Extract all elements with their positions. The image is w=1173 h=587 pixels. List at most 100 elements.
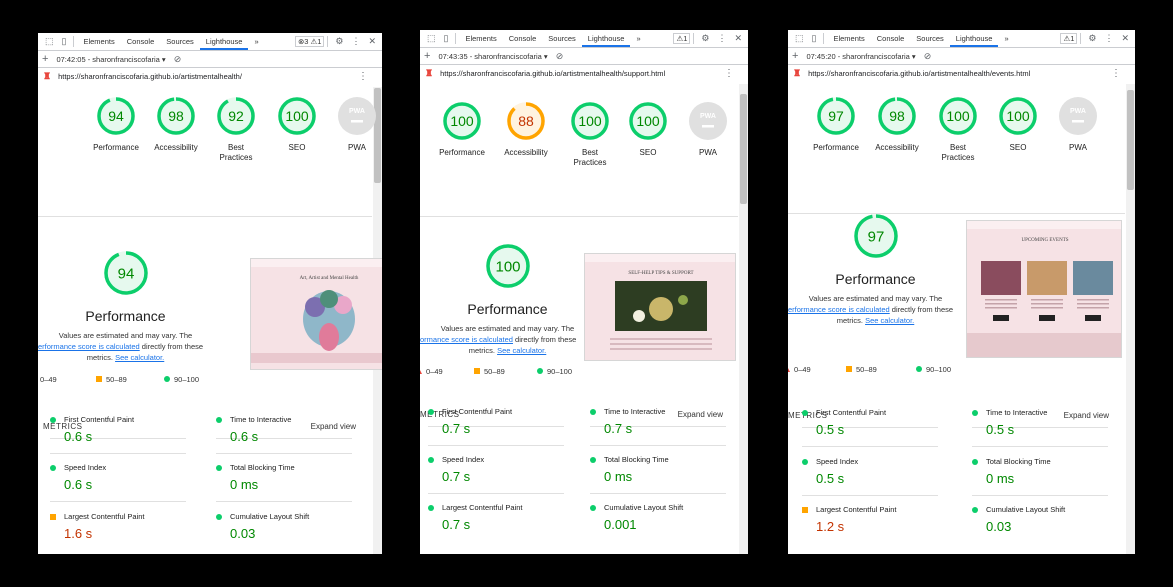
clear-block-icon[interactable]: ⊘ [924,51,932,62]
gauge-best-practices[interactable]: 100 Best Practices [926,95,990,163]
devtools-toolbar: ⬚ ▯ Elements Console Sources Lighthouse» ⚠1 ⚙ ⋮ ✕ [788,30,1135,48]
gauge-pwa[interactable]: PWA PWA [676,100,740,158]
report-session-select[interactable]: 07:42:05 - sharonfranciscofaria ▾ [56,55,165,64]
tab-console[interactable]: Console [503,34,543,43]
pass-circle-icon [590,456,596,463]
close-icon[interactable]: ✕ [730,33,748,44]
metric-largest-contentful-paint: Largest Contentful Paint 1.2 s [802,505,942,534]
see-calculator-link[interactable]: See calculator. [497,346,546,355]
gauge-best-practices[interactable]: 100 Best Practices [558,100,622,168]
metric-name-row: Speed Index [50,463,190,472]
new-report-plus-icon[interactable]: + [42,53,48,65]
legend-pass-label: 90–100 [174,374,200,384]
section-divider [38,216,372,217]
gauge-accessibility[interactable]: 88 Accessibility [494,100,558,158]
report-session-select[interactable]: 07:43:35 - sharonfranciscofaria ▾ [438,52,547,61]
device-toolbar-icon[interactable]: ▯ [440,33,453,44]
gauge-accessibility[interactable]: 98 Accessibility [865,95,929,153]
gauge-label: Best Practices [573,148,607,167]
settings-gear-icon[interactable]: ⚙ [331,36,347,47]
performance-summary: 94 Performance Values are estimated and ma… [38,249,213,363]
kebab-menu-icon[interactable]: ⋮ [713,33,730,44]
tab-sources[interactable]: Sources [910,34,950,43]
inspect-element-icon[interactable]: ⬚ [791,33,808,44]
issues-badge[interactable]: ⚠1 [673,33,691,44]
tab-console[interactable]: Console [871,34,911,43]
kebab-menu-icon[interactable]: ⋮ [347,36,364,47]
gauge-performance[interactable]: 94 Performance [84,95,148,153]
score-legend: 0–49 50–89 90–100 [420,366,748,376]
gauge-accessibility[interactable]: 98 Accessibility [144,95,208,153]
seo-gauge-ring: 100 [999,97,1037,135]
desc-text: directly from these [139,342,204,351]
gauge-seo[interactable]: 100 SEO [265,95,329,153]
device-toolbar-icon[interactable]: ▯ [808,33,821,44]
more-tabs-icon[interactable]: » [998,34,1014,43]
clear-block-icon[interactable]: ⊘ [556,51,564,62]
tab-elements[interactable]: Elements [77,37,120,46]
scrollbar-thumb[interactable] [1127,90,1134,190]
inspect-element-icon[interactable]: ⬚ [41,36,58,47]
report-session-select[interactable]: 07:45:20 - sharonfranciscofaria ▾ [806,52,915,61]
settings-gear-icon[interactable]: ⚙ [1084,33,1100,44]
report-kebab-icon[interactable]: ⋮ [1111,68,1121,79]
report-kebab-icon[interactable]: ⋮ [358,71,368,82]
tab-elements[interactable]: Elements [827,34,870,43]
score-legend: 0–49 50–89 90–100 [788,364,1135,374]
performance-title: Performance [85,308,166,324]
tab-lighthouse[interactable]: Lighthouse [581,34,631,47]
kebab-menu-icon[interactable]: ⋮ [1100,33,1117,44]
toolbar-separator [1080,33,1082,44]
issues-badge[interactable]: ⊗3 ⚠1 [294,36,325,47]
see-calculator-link[interactable]: See calculator. [115,353,164,362]
legend-pass: 90–100 [537,367,572,376]
gauge-best-practices[interactable]: 92 Best Practices [204,95,268,163]
pass-circle-icon [590,408,596,415]
gauge-seo[interactable]: 100 SEO [616,100,680,158]
close-icon[interactable]: ✕ [364,36,382,47]
lighthouse-logo-icon: ♜ [43,71,52,81]
score-calculated-link[interactable]: erformance score is calculated [788,305,890,314]
tab-elements[interactable]: Elements [459,34,502,43]
inspect-element-icon[interactable]: ⬚ [423,33,440,44]
device-toolbar-icon[interactable]: ▯ [58,36,71,47]
more-tabs-icon[interactable]: » [630,34,646,43]
issues-badge[interactable]: ⚠1 [1060,33,1078,44]
performance-summary: 100 Performance Values are estimated and m… [420,242,595,356]
gauge-label: Accessibility [154,143,198,152]
new-report-plus-icon[interactable]: + [792,50,798,62]
report-kebab-icon[interactable]: ⋮ [724,68,734,79]
metric-name: Speed Index [64,463,107,472]
score-calculated-link[interactable]: erformance score is calculated [38,342,140,351]
metric-speed-index: Speed Index 0.6 s [50,463,190,492]
tab-sources[interactable]: Sources [160,37,200,46]
legend-average: 50–89 [474,367,505,376]
tab-console[interactable]: Console [121,37,161,46]
report-url[interactable]: https://sharonfranciscofaria.github.io/a… [58,72,242,81]
tab-lighthouse[interactable]: Lighthouse [949,34,999,47]
report-url-bar: ♜ https://sharonfranciscofaria.github.io/… [38,68,382,85]
report-url[interactable]: https://sharonfranciscofaria.github.io/a… [440,69,665,78]
score-calculated-link[interactable]: ormance score is calculated [420,335,513,344]
gauge-performance[interactable]: 97 Performance [804,95,868,153]
lighthouse-logo-icon: ♜ [793,68,802,78]
gauge-pwa[interactable]: PWA PWA [1046,95,1110,153]
tab-lighthouse[interactable]: Lighthouse [199,37,249,50]
toolbar-separator [327,36,329,47]
clear-block-icon[interactable]: ⊘ [174,54,182,65]
scrollbar[interactable] [739,84,748,554]
metric-value: 0.001 [604,517,637,532]
gauge-pwa[interactable]: PWA PWA [325,95,382,153]
gauge-seo[interactable]: 100 SEO [986,95,1050,153]
tab-sources[interactable]: Sources [542,34,582,43]
scrollbar-thumb[interactable] [740,94,747,204]
see-calculator-link[interactable]: See calculator. [865,316,914,325]
new-report-plus-icon[interactable]: + [424,50,430,62]
gauge-performance[interactable]: 100 Performance [430,100,494,158]
close-icon[interactable]: ✕ [1117,33,1135,44]
scrollbar[interactable] [1126,84,1135,554]
settings-gear-icon[interactable]: ⚙ [697,33,713,44]
report-url[interactable]: https://sharonfranciscofaria.github.io/a… [808,69,1030,78]
more-tabs-icon[interactable]: » [248,37,264,46]
metric-name: Total Blocking Time [604,455,669,464]
